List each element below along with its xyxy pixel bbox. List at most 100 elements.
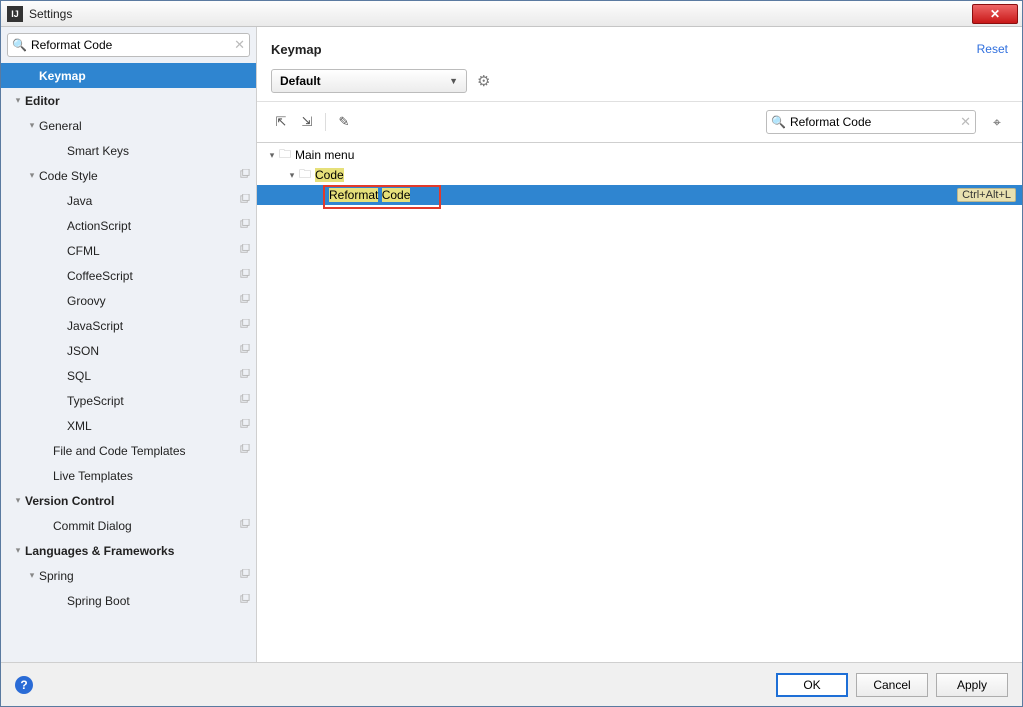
tree-item-label: Code bbox=[315, 168, 344, 182]
keymap-scheme-bar: Default ▼ ⚙ bbox=[257, 61, 1022, 102]
sidebar-item[interactable]: JavaScript bbox=[1, 313, 256, 338]
sidebar-item-label: Keymap bbox=[39, 69, 239, 83]
scope-icon bbox=[239, 169, 250, 183]
sidebar-item-label: Live Templates bbox=[53, 469, 239, 483]
shortcut-badge: Ctrl+Alt+L bbox=[957, 188, 1016, 202]
reset-link[interactable]: Reset bbox=[977, 42, 1008, 56]
chevron-down-icon: ▼ bbox=[449, 76, 458, 86]
sidebar-item[interactable]: Keymap bbox=[1, 63, 256, 88]
tree-item-reformat-code[interactable]: Reformat Code Ctrl+Alt+L bbox=[257, 185, 1022, 205]
keymap-search-input[interactable] bbox=[788, 114, 960, 130]
sidebar-item[interactable]: ▾Spring bbox=[1, 563, 256, 588]
sidebar-item-label: Java bbox=[67, 194, 239, 208]
sidebar-item-label: Languages & Frameworks bbox=[25, 544, 239, 558]
chevron-down-icon: ▾ bbox=[25, 570, 39, 581]
keymap-scheme-select[interactable]: Default ▼ bbox=[271, 69, 467, 93]
sidebar-item[interactable]: ActionScript bbox=[1, 213, 256, 238]
sidebar-item[interactable]: CoffeeScript bbox=[1, 263, 256, 288]
sidebar-item[interactable]: ▾Languages & Frameworks bbox=[1, 538, 256, 563]
tree-item-label: Main menu bbox=[295, 148, 354, 162]
scope-icon bbox=[239, 294, 250, 308]
clear-search-icon[interactable]: ✕ bbox=[234, 37, 245, 53]
sidebar-item[interactable]: Groovy bbox=[1, 288, 256, 313]
chevron-down-icon: ▾ bbox=[11, 495, 25, 506]
sidebar-item-label: Version Control bbox=[25, 494, 239, 508]
titlebar: IJ Settings ✕ bbox=[1, 1, 1022, 27]
sidebar-item[interactable]: CFML bbox=[1, 238, 256, 263]
scope-icon bbox=[239, 369, 250, 383]
scope-icon bbox=[239, 194, 250, 208]
sidebar-item[interactable]: ▾General bbox=[1, 113, 256, 138]
scope-icon bbox=[239, 394, 250, 408]
find-action-by-shortcut-icon[interactable]: ⌖ bbox=[986, 111, 1008, 133]
ok-button[interactable]: OK bbox=[776, 673, 848, 697]
sidebar-item-label: Commit Dialog bbox=[53, 519, 239, 533]
sidebar-item[interactable]: ▾Code Style bbox=[1, 163, 256, 188]
content-area: 🔍 ✕ Keymap▾Editor▾GeneralSmart Keys▾Code… bbox=[1, 27, 1022, 662]
sidebar-item-label: CoffeeScript bbox=[67, 269, 239, 283]
sidebar-item[interactable]: XML bbox=[1, 413, 256, 438]
tree-item-code[interactable]: ▾ 🗀 Code bbox=[257, 165, 1022, 185]
sidebar-search[interactable]: 🔍 ✕ bbox=[7, 33, 250, 57]
scope-icon bbox=[239, 419, 250, 433]
folder-icon: 🗀 bbox=[299, 165, 311, 186]
tree-item-main-menu[interactable]: ▾ 🗀 Main menu bbox=[257, 145, 1022, 165]
edit-shortcut-icon[interactable]: ✎ bbox=[334, 112, 354, 132]
main-panel: Keymap Reset Default ▼ ⚙ ⇱ ⇲ ✎ 🔍 ✕ bbox=[257, 27, 1022, 662]
keymap-toolbar: ⇱ ⇲ ✎ 🔍 ✕ ⌖ bbox=[257, 102, 1022, 142]
chevron-down-icon: ▾ bbox=[11, 95, 25, 106]
page-title: Keymap bbox=[271, 42, 977, 57]
window-close-button[interactable]: ✕ bbox=[972, 4, 1018, 24]
toolbar-separator bbox=[325, 113, 326, 131]
gear-icon[interactable]: ⚙ bbox=[477, 72, 490, 90]
collapse-all-icon[interactable]: ⇲ bbox=[297, 112, 317, 132]
sidebar-item-label: JSON bbox=[67, 344, 239, 358]
help-icon: ? bbox=[20, 678, 27, 692]
sidebar-item[interactable]: SQL bbox=[1, 363, 256, 388]
folder-icon: 🗀 bbox=[279, 145, 291, 166]
expand-all-icon[interactable]: ⇱ bbox=[271, 112, 291, 132]
keymap-tree[interactable]: ▾ 🗀 Main menu ▾ 🗀 Code Reformat Code Ctr… bbox=[257, 142, 1022, 662]
sidebar-item-label: JavaScript bbox=[67, 319, 239, 333]
sidebar-item-label: TypeScript bbox=[67, 394, 239, 408]
keymap-scheme-label: Default bbox=[280, 74, 449, 88]
sidebar-item-label: CFML bbox=[67, 244, 239, 258]
sidebar-item[interactable]: File and Code Templates bbox=[1, 438, 256, 463]
keymap-search[interactable]: 🔍 ✕ bbox=[766, 110, 976, 134]
sidebar-item[interactable]: Smart Keys bbox=[1, 138, 256, 163]
sidebar-search-input[interactable] bbox=[29, 37, 234, 53]
sidebar-search-wrap: 🔍 ✕ bbox=[1, 27, 256, 63]
sidebar-item-label: Code Style bbox=[39, 169, 239, 183]
scope-icon bbox=[239, 319, 250, 333]
sidebar-item[interactable]: JSON bbox=[1, 338, 256, 363]
sidebar-item[interactable]: Spring Boot bbox=[1, 588, 256, 613]
chevron-down-icon: ▾ bbox=[25, 120, 39, 131]
tree-item-label: Reformat Code bbox=[329, 188, 410, 202]
sidebar-item[interactable]: Commit Dialog bbox=[1, 513, 256, 538]
help-button[interactable]: ? bbox=[15, 676, 33, 694]
sidebar-item-label: SQL bbox=[67, 369, 239, 383]
sidebar-item-label: Groovy bbox=[67, 294, 239, 308]
sidebar-item-label: Spring Boot bbox=[67, 594, 239, 608]
sidebar-item[interactable]: Java bbox=[1, 188, 256, 213]
chevron-down-icon: ▾ bbox=[265, 150, 279, 161]
sidebar-item-label: General bbox=[39, 119, 239, 133]
cancel-button[interactable]: Cancel bbox=[856, 673, 928, 697]
scope-icon bbox=[239, 269, 250, 283]
close-icon: ✕ bbox=[990, 7, 1000, 21]
search-icon: 🔍 bbox=[771, 115, 786, 129]
scope-icon bbox=[239, 569, 250, 583]
apply-button[interactable]: Apply bbox=[936, 673, 1008, 697]
scope-icon bbox=[239, 444, 250, 458]
sidebar-item[interactable]: ▾Editor bbox=[1, 88, 256, 113]
sidebar-item[interactable]: TypeScript bbox=[1, 388, 256, 413]
sidebar-item[interactable]: ▾Version Control bbox=[1, 488, 256, 513]
sidebar-item-label: XML bbox=[67, 419, 239, 433]
chevron-down-icon: ▾ bbox=[11, 545, 25, 556]
sidebar-tree[interactable]: Keymap▾Editor▾GeneralSmart Keys▾Code Sty… bbox=[1, 63, 256, 662]
footer: ? OK Cancel Apply bbox=[1, 662, 1022, 706]
sidebar-item[interactable]: Live Templates bbox=[1, 463, 256, 488]
sidebar-item-label: File and Code Templates bbox=[53, 444, 239, 458]
clear-search-icon[interactable]: ✕ bbox=[960, 114, 971, 130]
sidebar-item-label: Spring bbox=[39, 569, 239, 583]
